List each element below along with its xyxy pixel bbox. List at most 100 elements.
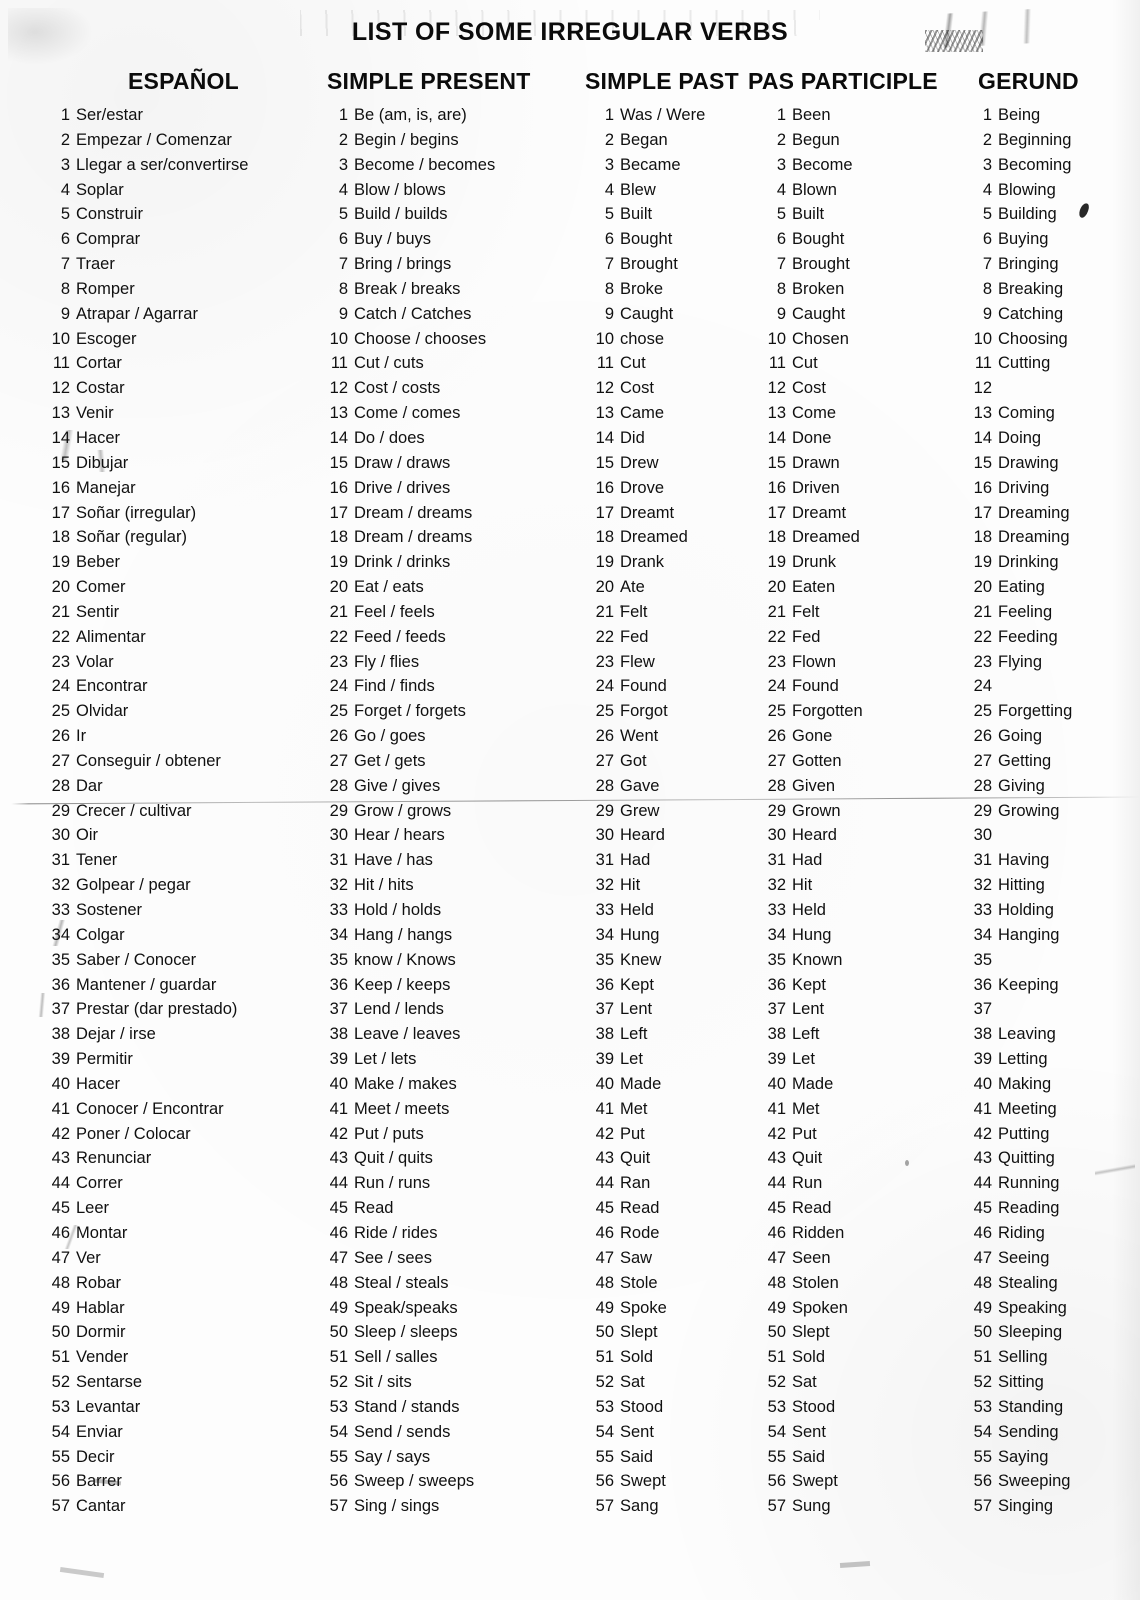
verb-simple-present: Give / gives <box>354 776 441 795</box>
verb-past-participle: Heard <box>792 826 837 845</box>
cell-espanol: 31 Tener <box>44 848 118 873</box>
cell-simple-present: 44 Run / runs <box>322 1171 430 1196</box>
cell-gerund: 48 Stealing <box>966 1271 1058 1296</box>
verb-gerund: Becoming <box>998 155 1072 174</box>
verb-gerund: Feeding <box>998 627 1058 646</box>
row-number: 47 <box>767 1248 786 1267</box>
row-number: 55 <box>595 1447 614 1466</box>
cell-espanol: 40 Hacer <box>44 1072 120 1097</box>
row-number: 50 <box>767 1323 786 1342</box>
verb-espanol: Leer <box>76 1199 110 1218</box>
row-number: 49 <box>329 1298 348 1317</box>
cell-simple-present: 12 Cost / costs <box>322 376 441 401</box>
cell-past-participle: 6 Bought <box>760 227 844 252</box>
cell-simple-past: 48 Stole <box>588 1271 658 1296</box>
cell-simple-present: 45 Read <box>322 1196 394 1221</box>
cell-simple-past: 46 Rode <box>588 1221 660 1246</box>
verb-simple-present: Eat / eats <box>354 578 424 597</box>
cell-espanol: 24 Encontrar <box>44 674 148 699</box>
verb-simple-present: Hear / hears <box>354 826 445 845</box>
row-number: 6 <box>604 230 614 249</box>
row-number: 51 <box>973 1348 992 1367</box>
cell-gerund: 38 Leaving <box>966 1022 1056 1047</box>
row-number: 40 <box>51 1074 70 1093</box>
verb-simple-present: Hold / holds <box>354 901 442 919</box>
row-number: 2 <box>982 130 992 149</box>
cell-gerund: 34 Hanging <box>966 923 1060 948</box>
verb-espanol: Barrer <box>76 1472 122 1491</box>
verb-gerund: Speaking <box>998 1298 1067 1317</box>
row-number: 28 <box>973 776 992 795</box>
cell-espanol: 44 Correr <box>44 1171 123 1196</box>
row-number: 36 <box>595 975 614 994</box>
row-number: 40 <box>767 1074 786 1093</box>
row-number: 26 <box>329 727 348 746</box>
row-number: 16 <box>973 478 992 497</box>
cell-past-participle: 55 Said <box>760 1445 825 1470</box>
cell-past-participle: 47 Seen <box>760 1246 831 1271</box>
cell-past-participle: 3 Become <box>760 153 853 178</box>
verb-simple-past: Grew <box>620 801 660 820</box>
cell-simple-past: 38 Left <box>588 1022 648 1047</box>
cell-simple-past: 49 Spoke <box>588 1296 667 1321</box>
row-number: 46 <box>595 1223 614 1242</box>
verb-espanol: Hablar <box>76 1298 125 1317</box>
cell-simple-past: 43 Quit <box>588 1146 651 1171</box>
row-number: 13 <box>595 404 614 423</box>
cell-gerund: 22 Feeding <box>966 625 1058 650</box>
verb-simple-present: Feel / feels <box>354 602 435 621</box>
cell-espanol: 29 Crecer / cultivar <box>44 799 192 824</box>
row-number: 51 <box>329 1348 348 1367</box>
column-header-espanol: ESPAÑOL <box>128 68 239 94</box>
cell-simple-present: 5 Build / builds <box>322 202 448 227</box>
verb-simple-past: Dreamt <box>620 503 675 522</box>
row-number: 26 <box>767 727 786 746</box>
verb-simple-past: Knew <box>620 950 662 969</box>
verb-past-participle: Fed <box>792 627 821 646</box>
table-row: 27 Conseguir / obtener 27 Get / gets 27 Got 27… <box>0 749 1140 774</box>
row-number: 6 <box>982 230 992 249</box>
verb-past-participle: Gone <box>792 727 833 746</box>
row-number: 29 <box>329 801 348 820</box>
verb-past-participle: Sat <box>792 1373 817 1392</box>
row-number: 23 <box>767 652 786 671</box>
table-row: 30 Oir 30 Hear / hears 30 Heard 30 Heard 30 <box>0 823 1140 848</box>
verb-simple-present: Lend / lends <box>354 1000 444 1019</box>
row-number: 47 <box>329 1248 348 1267</box>
cell-past-participle: 10 Chosen <box>760 327 849 352</box>
row-number: 15 <box>51 453 70 472</box>
row-number: 47 <box>973 1248 992 1267</box>
verb-past-participle: Known <box>792 950 843 969</box>
row-number: 17 <box>595 503 614 522</box>
row-number: 14 <box>595 428 614 447</box>
row-number: 27 <box>595 751 614 770</box>
row-number: 9 <box>338 304 348 323</box>
verb-espanol: Vender <box>76 1348 129 1367</box>
row-number: 35 <box>973 950 992 969</box>
row-number: 24 <box>329 677 348 696</box>
row-number: 27 <box>767 751 786 770</box>
cell-gerund: 56 Sweeping <box>966 1469 1071 1494</box>
cell-past-participle: 49 Spoken <box>760 1296 848 1321</box>
verb-past-participle: Put <box>792 1124 817 1143</box>
row-number: 53 <box>329 1397 348 1416</box>
cell-espanol: 11 Cortar <box>44 351 122 376</box>
row-number: 40 <box>595 1074 614 1093</box>
cell-past-participle: 41 Met <box>760 1097 820 1122</box>
page-title: LIST OF SOME IRREGULAR VERBS <box>351 18 789 46</box>
cell-past-participle: 54 Sent <box>760 1420 826 1445</box>
row-number: 31 <box>767 851 786 870</box>
table-row: 46 Montar 46 Ride / rides 46 Rode 46 Ridden 46 Ri… <box>0 1221 1140 1246</box>
row-number: 39 <box>329 1050 348 1069</box>
table-row: 22 Alimentar 22 Feed / feeds 22 Fed 22 Fed 22 Fee… <box>0 625 1140 650</box>
row-number: 8 <box>982 279 992 298</box>
cell-past-participle: 42 Put <box>760 1122 817 1147</box>
cell-past-participle: 24 Found <box>760 674 839 699</box>
row-number: 23 <box>329 652 348 671</box>
verb-past-participle: Seen <box>792 1248 831 1267</box>
verb-simple-past: Made <box>620 1074 662 1093</box>
verb-espanol: Renunciar <box>76 1149 152 1168</box>
row-number: 54 <box>973 1422 992 1441</box>
cell-gerund: 21 Feeling <box>966 600 1052 625</box>
cell-simple-past: 51 Sold <box>588 1345 653 1370</box>
